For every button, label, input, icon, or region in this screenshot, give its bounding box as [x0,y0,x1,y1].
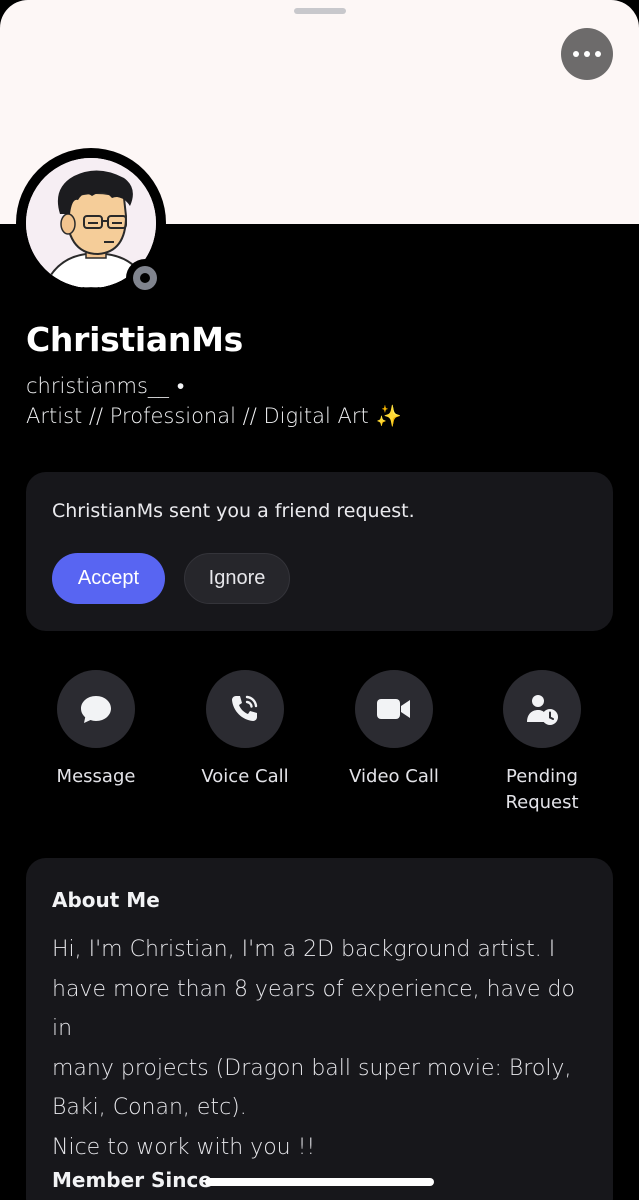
video-call-action[interactable]: Video Call [329,670,459,790]
username-line: christianms__ • [26,374,184,399]
video-call-label: Video Call [349,766,439,787]
chat-bubble-icon [81,696,111,723]
profile-sheet: ChristianMs christianms__ • Artist // Pro… [0,0,639,1200]
member-since-title: Member Since [52,1168,212,1192]
voice-call-action[interactable]: Voice Call [180,670,310,790]
more-options-button[interactable] [561,28,613,80]
offline-status-icon [133,266,157,290]
about-me-title: About Me [52,888,160,912]
friend-request-message: ChristianMs sent you a friend request. [52,500,415,522]
about-me-card: About Me Hi, I'm Christian, I'm a 2D bac… [26,858,613,1200]
bio-text: Artist // Professional // Digital Art [26,404,369,428]
phone-icon [232,695,258,721]
accept-button[interactable]: Accept [52,553,165,604]
about-line: Nice to work with you !! [52,1134,316,1160]
friend-request-card: ChristianMs sent you a friend request. A… [26,472,613,631]
message-label: Message [56,766,136,787]
voice-call-label: Voice Call [201,766,289,787]
message-action[interactable]: Message [31,670,161,790]
more-dots-icon [573,51,579,57]
message-button[interactable] [57,670,135,748]
bio-line: Artist // Professional // Digital Art ✨ [26,404,402,429]
username-separator: • [176,374,185,398]
ignore-button[interactable]: Ignore [184,553,290,604]
pending-request-label: Pending Request [505,766,579,813]
sheet-drag-handle[interactable] [294,8,346,14]
status-indicator [126,259,164,297]
about-line: have more than 8 years of experience, ha… [52,976,575,1042]
about-line: Hi, I'm Christian, I'm a 2D background a… [52,937,556,962]
video-camera-icon [377,699,410,719]
voice-call-button[interactable] [206,670,284,748]
username[interactable]: christianms__ [26,374,169,398]
display-name: ChristianMs [26,320,243,359]
pending-request-button[interactable] [503,670,581,748]
sparkles-emoji: ✨ [375,404,402,428]
about-line: Baki, Conan, etc). [52,1095,247,1120]
video-call-button[interactable] [355,670,433,748]
home-indicator[interactable] [205,1178,434,1186]
pending-request-action[interactable]: Pending Request [477,670,607,816]
pending-user-icon [527,695,558,725]
about-line: many projects (Dragon ball super movie: … [52,1055,572,1081]
about-me-text: Hi, I'm Christian, I'm a 2D background a… [52,930,597,1167]
